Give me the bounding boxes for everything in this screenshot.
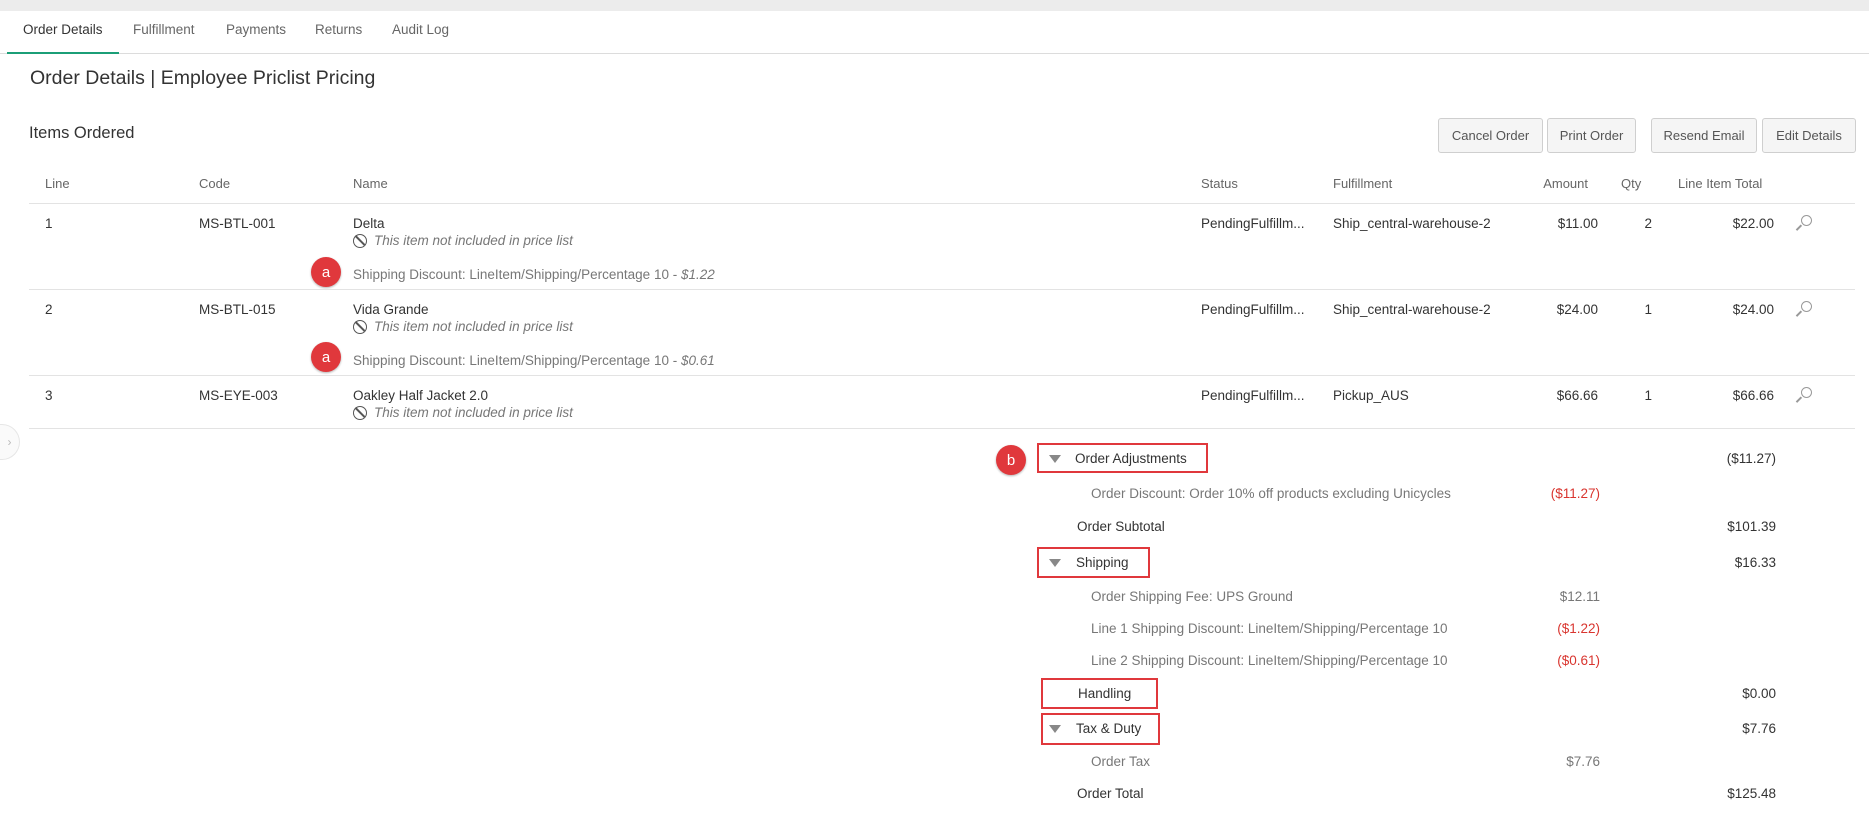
order-adjustments-toggle[interactable]: Order Adjustments <box>1049 451 1187 466</box>
item-total: $24.00 <box>1732 302 1774 317</box>
items-ordered-heading: Items Ordered <box>29 124 135 142</box>
ban-icon <box>353 233 367 248</box>
line1-shipping-discount-label: Line 1 Shipping Discount: LineItem/Shipp… <box>1091 621 1448 636</box>
shipping-total: $16.33 <box>1734 555 1776 570</box>
top-strip <box>0 0 1869 11</box>
order-discount-amount: ($11.27) <box>1550 486 1600 501</box>
order-adjustments-total: ($11.27) <box>1726 451 1776 466</box>
order-total-value: $125.48 <box>1727 786 1776 801</box>
order-tax-label: Order Tax <box>1091 754 1151 769</box>
col-qty: Qty <box>1621 176 1642 191</box>
line2-shipping-discount-label: Line 2 Shipping Discount: LineItem/Shipp… <box>1091 653 1448 668</box>
caret-down-icon <box>1049 454 1061 463</box>
page-title: Order Details | Employee Priclist Pricin… <box>30 67 376 89</box>
order-total-label: Order Total <box>1077 786 1144 801</box>
item-name: Vida Grande <box>353 302 429 317</box>
order-discount-label: Order Discount: Order 10% off products e… <box>1091 486 1451 501</box>
col-name: Name <box>353 176 388 191</box>
col-code: Code <box>199 176 231 191</box>
print-order-button[interactable]: Print Order <box>1547 118 1636 153</box>
tax-duty-total: $7.76 <box>1742 721 1776 736</box>
ban-icon <box>353 319 367 334</box>
shipping-fee-label: Order Shipping Fee: UPS Ground <box>1091 589 1293 604</box>
order-subtotal-total: $101.39 <box>1727 519 1776 534</box>
item-amount: $24.00 <box>1556 302 1598 317</box>
shipping-discount-text: Shipping Discount: LineItem/Shipping/Per… <box>353 267 715 282</box>
row-divider <box>29 289 1855 290</box>
item-status: PendingFulfillm... <box>1201 302 1305 317</box>
line-number: 3 <box>45 388 53 403</box>
line1-shipping-discount-amount: ($1.22) <box>1557 621 1600 636</box>
col-status: Status <box>1201 176 1238 191</box>
item-qty: 2 <box>1644 216 1652 231</box>
shipping-toggle[interactable]: Shipping <box>1049 555 1129 570</box>
price-list-note: This item not included in price list <box>353 233 573 248</box>
ban-icon <box>353 405 367 420</box>
col-line-item-total: Line Item Total <box>1678 176 1763 191</box>
line2-shipping-discount-amount: ($0.61) <box>1557 653 1600 668</box>
tab-order-details[interactable]: Order Details <box>7 11 119 54</box>
item-fulfillment: Pickup_AUS <box>1333 388 1409 403</box>
magnifier-icon[interactable] <box>1795 214 1813 232</box>
annotation-badge-a: a <box>311 342 341 372</box>
handling-total: $0.00 <box>1742 686 1776 701</box>
annotation-badge-a: a <box>311 257 341 287</box>
tab-payments[interactable]: Payments <box>210 11 302 54</box>
row-divider <box>29 428 1855 429</box>
item-qty: 1 <box>1644 388 1652 403</box>
magnifier-icon[interactable] <box>1795 300 1813 318</box>
tax-duty-toggle[interactable]: Tax & Duty <box>1049 721 1141 736</box>
item-fulfillment: Ship_central-warehouse-2 <box>1333 302 1491 317</box>
shipping-fee-amount: $12.11 <box>1559 589 1600 604</box>
item-fulfillment: Ship_central-warehouse-2 <box>1333 216 1491 231</box>
magnifier-icon[interactable] <box>1795 386 1813 404</box>
item-name: Delta <box>353 216 385 231</box>
header-divider <box>29 203 1855 204</box>
item-code: MS-BTL-001 <box>199 216 276 231</box>
tab-audit-log[interactable]: Audit Log <box>376 11 465 54</box>
item-qty: 1 <box>1644 302 1652 317</box>
handling-label: Handling <box>1078 686 1132 701</box>
col-fulfillment: Fulfillment <box>1333 176 1393 191</box>
price-list-note: This item not included in price list <box>353 405 573 420</box>
order-tax-amount: $7.76 <box>1566 754 1600 769</box>
sidebar-expand-handle[interactable]: › <box>0 424 20 460</box>
tab-returns[interactable]: Returns <box>299 11 378 54</box>
line-number: 1 <box>45 216 53 231</box>
line-number: 2 <box>45 302 53 317</box>
caret-down-icon <box>1049 724 1061 733</box>
order-subtotal-label: Order Subtotal <box>1077 519 1165 534</box>
item-total: $22.00 <box>1732 216 1774 231</box>
price-list-note: This item not included in price list <box>353 319 573 334</box>
col-line: Line <box>45 176 70 191</box>
tab-bar: Order Details Fulfillment Payments Retur… <box>0 11 1869 54</box>
resend-email-button[interactable]: Resend Email <box>1651 118 1757 153</box>
cancel-order-button[interactable]: Cancel Order <box>1438 118 1543 153</box>
row-divider <box>29 375 1855 376</box>
item-name: Oakley Half Jacket 2.0 <box>353 388 489 403</box>
col-amount: Amount <box>1543 176 1588 191</box>
item-amount: $11.00 <box>1557 216 1598 231</box>
item-amount: $66.66 <box>1556 388 1598 403</box>
item-status: PendingFulfillm... <box>1201 216 1305 231</box>
item-code: MS-EYE-003 <box>199 388 278 403</box>
edit-details-button[interactable]: Edit Details <box>1762 118 1856 153</box>
item-code: MS-BTL-015 <box>199 302 276 317</box>
item-total: $66.66 <box>1732 388 1774 403</box>
shipping-discount-text: Shipping Discount: LineItem/Shipping/Per… <box>353 353 715 368</box>
caret-down-icon <box>1049 558 1061 567</box>
item-status: PendingFulfillm... <box>1201 388 1305 403</box>
tab-fulfillment[interactable]: Fulfillment <box>117 11 211 54</box>
annotation-badge-b: b <box>996 445 1026 475</box>
